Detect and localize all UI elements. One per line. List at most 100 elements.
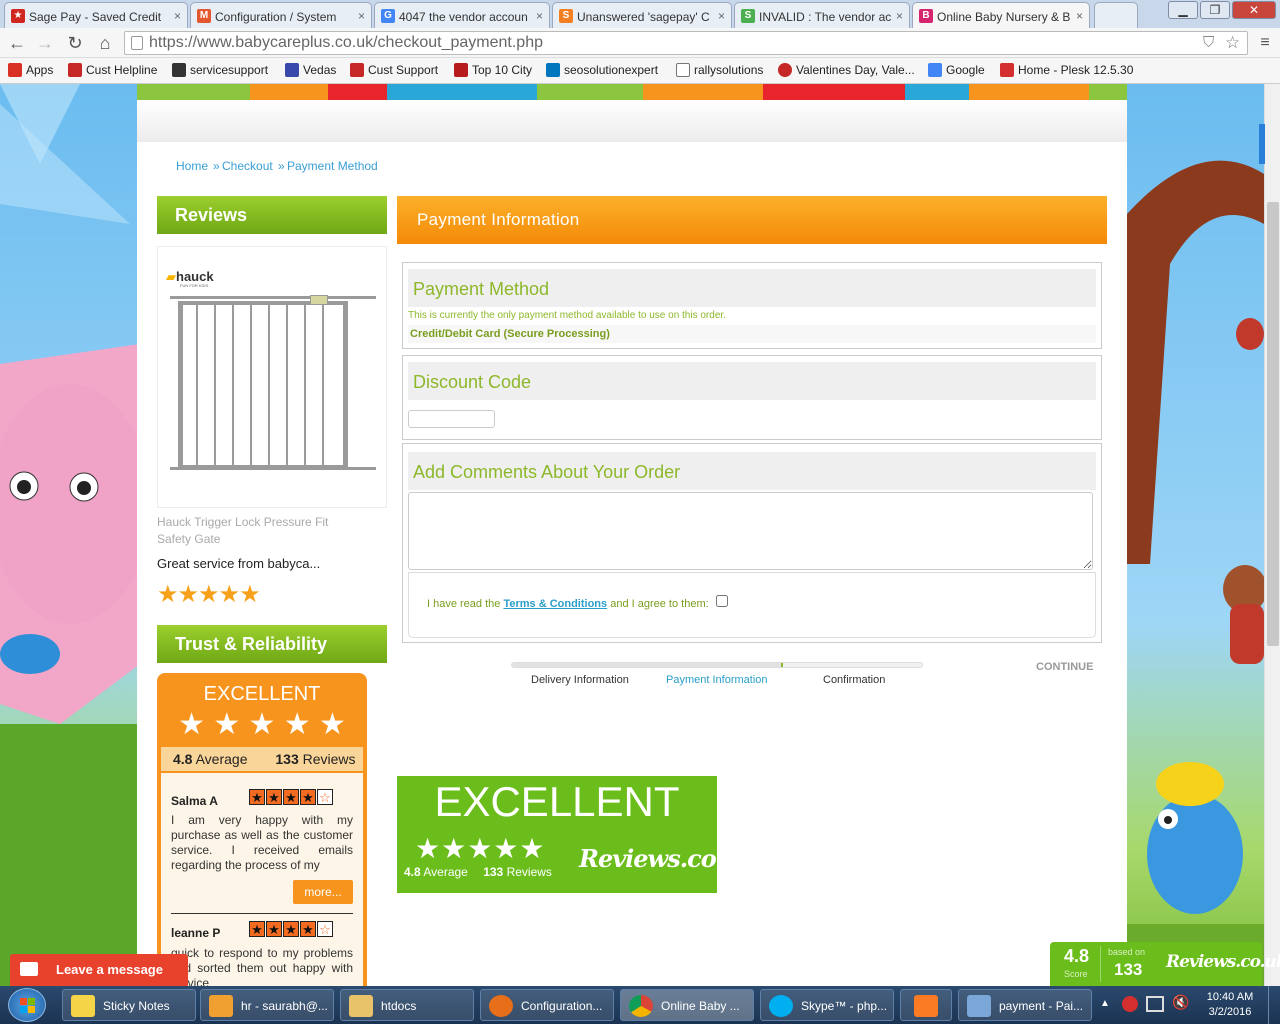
leave-message-button[interactable]: Leave a message [10,954,188,986]
browser-toolbar: ← → ↻ ⌂ https://www.babycareplus.co.uk/c… [0,28,1280,58]
step-payment: Payment Information [666,674,768,686]
close-tab-icon[interactable]: × [358,9,365,23]
step-delivery: Delivery Information [531,674,629,686]
nav-segment[interactable] [250,84,328,100]
browser-tab[interactable]: S INVALID : The vendor ac × [734,2,910,28]
bookmark-google[interactable]: Google [928,63,985,77]
bookmark-star-icon[interactable]: ☆ [1225,32,1240,54]
nav-segment[interactable] [537,84,643,100]
reload-icon[interactable]: ↻ [64,32,86,54]
address-bar[interactable]: https://www.babycareplus.co.uk/checkout_… [124,31,1248,55]
bookmarks-bar: Apps Cust Helpline servicesupport Vedas … [0,58,1280,84]
google-favicon-icon: G [381,9,395,23]
tree-shape [1127,160,1264,564]
browser-tab[interactable]: S Unanswered 'sagepay' C × [552,2,732,28]
bookmark-rallysolutions[interactable]: rallysolutions [676,63,763,77]
nav-segment[interactable] [328,84,387,100]
browser-tab[interactable]: M Configuration / System × [190,2,372,28]
breadcrumb-home[interactable]: Home [176,159,208,173]
scrollbar-thumb[interactable] [1267,202,1279,646]
nav-segment[interactable] [763,84,905,100]
review-text: I am very happy with my purchase as well… [171,813,353,872]
apps-grid-icon [8,63,22,77]
minimize-icon[interactable]: ▁ [1168,1,1198,19]
bookmark-cust-support[interactable]: Cust Support [350,63,438,77]
reviewer-name: Salma A [171,794,218,808]
bookmark-favicon-icon [454,63,468,77]
taskbar-chrome[interactable]: Online Baby ... [620,989,754,1021]
nav-segment[interactable] [905,84,969,100]
reviews-corner-widget[interactable]: 4.8 Score based on 133 Reviews.co.uk [1050,942,1280,986]
forward-arrow-icon[interactable]: → [34,32,56,54]
outlook-icon [209,995,233,1017]
side-marker [1259,124,1265,164]
taskbar-outlook[interactable]: hr - saurabh@... [200,989,334,1021]
taskbar-skype[interactable]: Skype™ - php... [760,989,894,1021]
product-image[interactable]: ▰hauck FUN FOR KIDS [157,246,387,508]
restore-icon[interactable]: ❐ [1200,1,1230,19]
folder-icon [349,995,373,1017]
bookmark-valentines[interactable]: Valentines Day, Vale... [778,63,915,77]
terms-checkbox[interactable] [716,595,728,607]
close-tab-icon[interactable]: × [1076,9,1083,23]
taskbar-xampp[interactable] [900,989,952,1021]
discount-title: Discount Code [408,362,1096,400]
bookmark-plesk[interactable]: Home - Plesk 12.5.30 [1000,63,1133,77]
page-scrollbar[interactable] [1259,84,1280,986]
close-tab-icon[interactable]: × [536,9,543,23]
show-desktop-button[interactable] [1268,986,1280,1024]
bookmark-servicesupport[interactable]: servicesupport [172,63,268,77]
menu-icon[interactable]: ≡ [1254,32,1276,54]
start-button[interactable] [8,988,46,1022]
discount-code-input[interactable] [408,410,495,428]
close-window-icon[interactable]: ✕ [1232,1,1276,19]
envelope-icon [20,962,38,976]
checkout-progress-bar [511,662,923,668]
taskbar-firefox[interactable]: Configuration... [480,989,614,1021]
nav-segment[interactable] [1089,84,1127,100]
volume-muted-icon[interactable]: 🔇 [1172,994,1189,1011]
shield-icon[interactable]: ⛉ [1203,32,1214,54]
terms-link[interactable]: Terms & Conditions [503,598,607,610]
bookmark-seosolutionexpert[interactable]: seosolutionexpert [546,63,658,77]
nav-segment[interactable] [387,84,537,100]
bookmark-vedas[interactable]: Vedas [285,63,336,77]
taskbar-sticky-notes[interactable]: Sticky Notes [62,989,196,1021]
bookmark-apps[interactable]: Apps [8,63,53,77]
nav-segment[interactable] [969,84,1089,100]
clock[interactable]: 10:40 AM 3/2/2016 [1200,990,1260,1020]
bookmark-cust-helpline[interactable]: Cust Helpline [68,63,157,77]
url-path: /checkout_payment.php [373,34,543,51]
reviews-badge[interactable]: EXCELLENT ★★★★★ 4.8 Average 133 Reviews … [397,776,756,893]
tray-app-icon[interactable] [1122,996,1138,1012]
home-icon[interactable]: ⌂ [94,32,116,54]
tray-up-arrow-icon[interactable]: ▲ [1100,998,1110,1009]
product-name[interactable]: Hauck Trigger Lock Pressure Fit Safety G… [157,514,387,548]
main-nav [137,84,1127,100]
bookmark-favicon-icon [1000,63,1014,77]
close-tab-icon[interactable]: × [718,9,725,23]
trust-heading: Trust & Reliability [157,625,387,663]
close-tab-icon[interactable]: × [174,9,181,23]
payment-note: This is currently the only payment metho… [408,310,726,321]
comments-textarea[interactable] [408,492,1093,570]
new-tab-button[interactable] [1094,2,1138,28]
bookmark-top-10-city[interactable]: Top 10 City [454,63,532,77]
close-tab-icon[interactable]: × [896,9,903,23]
breadcrumb-checkout[interactable]: Checkout [222,159,273,173]
nav-segment[interactable] [137,84,250,100]
more-button[interactable]: more... [293,880,353,904]
taskbar-paint[interactable]: payment - Pai... [958,989,1092,1021]
taskbar-htdocs[interactable]: htdocs [340,989,474,1021]
corner-score: 4.8 [1064,946,1090,966]
browser-tab[interactable]: ★ Sage Pay - Saved Credit × [4,2,188,28]
browser-tab[interactable]: G 4047 the vendor accoun × [374,2,550,28]
back-arrow-icon[interactable]: ← [6,32,28,54]
network-icon[interactable] [1146,996,1164,1012]
payment-option[interactable]: Credit/Debit Card (Secure Processing) [408,325,1096,343]
badge-stars: ★★★★★ [415,833,546,864]
nav-segment[interactable] [643,84,763,100]
browser-tab-active[interactable]: B Online Baby Nursery & B × [912,2,1090,28]
breadcrumb-current[interactable]: Payment Method [287,159,378,173]
continue-button[interactable]: CONTINUE [1036,661,1093,673]
